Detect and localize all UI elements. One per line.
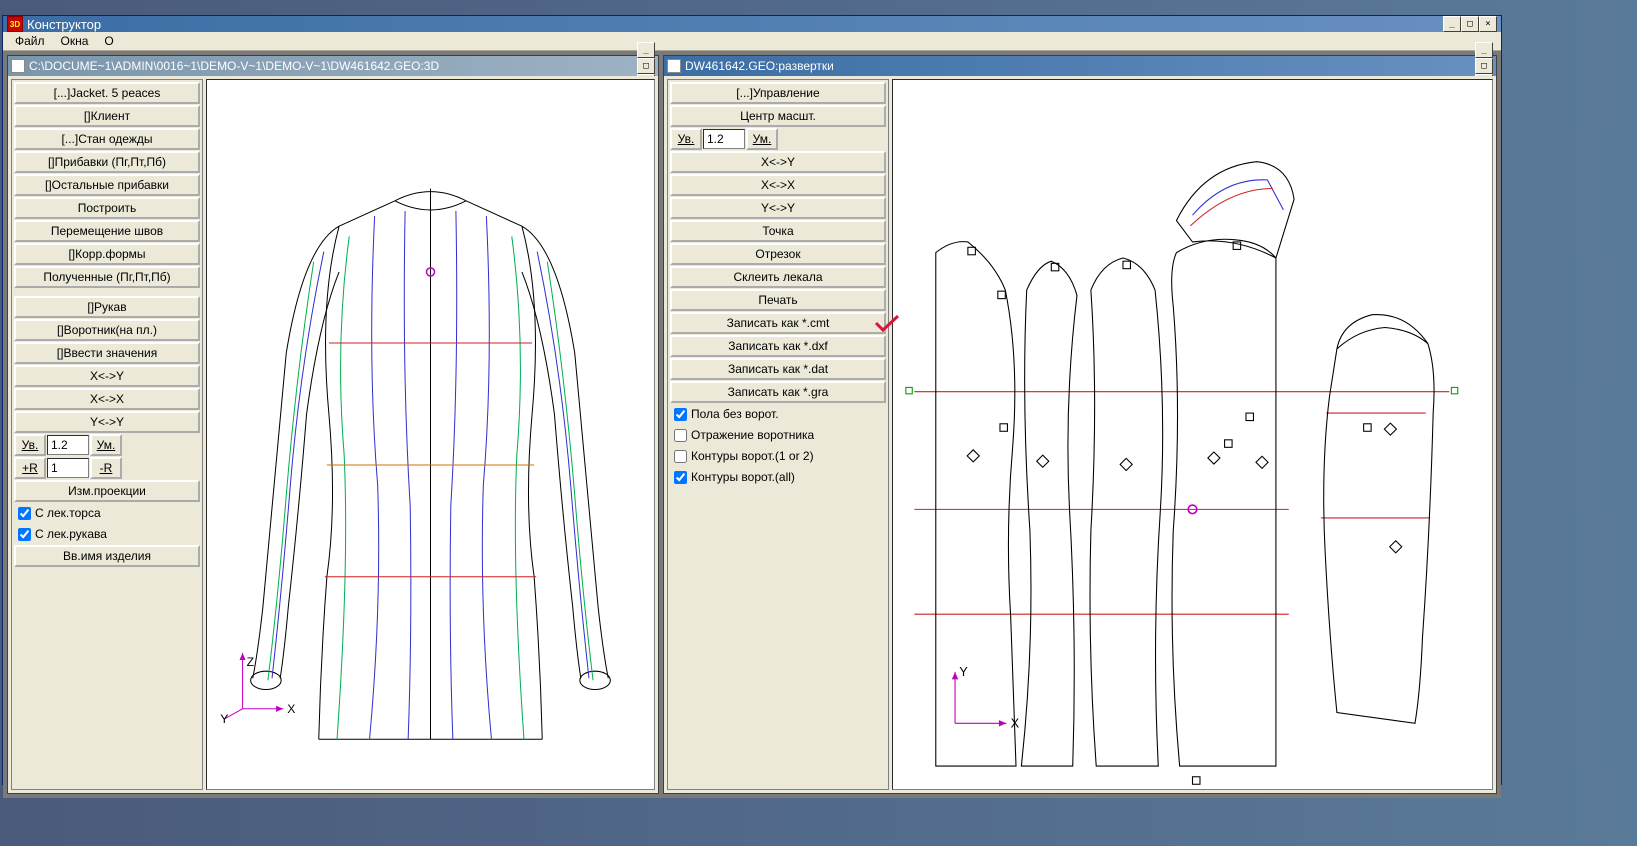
btn-enter-product-name[interactable]: Вв.имя изделия	[14, 545, 200, 567]
btn-move-seams[interactable]: Перемещение швов	[14, 220, 200, 242]
app-icon: 3D	[7, 16, 23, 32]
window-patterns-titlebar[interactable]: DW461642.GEO:развертки _ □ ×	[664, 56, 1496, 76]
zoom-in-button[interactable]: Ув.	[14, 434, 46, 456]
window-patterns: DW461642.GEO:развертки _ □ × [...]Управл…	[663, 55, 1497, 794]
maximize-button[interactable]: □	[1461, 16, 1479, 32]
svg-text:X: X	[1011, 716, 1020, 731]
svg-text:X: X	[287, 702, 295, 716]
svg-text:Y: Y	[959, 664, 968, 679]
sub-minimize-button[interactable]: _	[637, 42, 655, 58]
chk-collar-contours-12[interactable]	[674, 450, 687, 463]
menubar: Файл Окна О	[3, 32, 1501, 51]
btn-xy[interactable]: X<->Y	[670, 151, 886, 173]
app-title: Конструктор	[27, 17, 1443, 32]
main-window: 3D Конструктор _ □ × Файл Окна О C:\DOCU…	[2, 15, 1502, 785]
close-button[interactable]: ×	[1479, 16, 1497, 32]
btn-yy[interactable]: Y<->Y	[14, 411, 200, 433]
svg-text:Z: Z	[247, 655, 255, 669]
btn-garment-state[interactable]: [...]Стан одежды	[14, 128, 200, 150]
window-patterns-title: DW461642.GEO:развертки	[685, 59, 1475, 73]
right-control-panel: [...]Управление Центр масшт. Ув. Ум. X<-…	[667, 79, 889, 790]
btn-center-scale[interactable]: Центр масшт.	[670, 105, 886, 127]
minimize-button[interactable]: _	[1443, 16, 1461, 32]
btn-point[interactable]: Точка	[670, 220, 886, 242]
menu-file[interactable]: Файл	[7, 32, 53, 50]
zoom-in-button[interactable]: Ув.	[670, 128, 702, 150]
menu-about[interactable]: О	[96, 32, 121, 50]
canvas-patterns[interactable]: X Y	[892, 79, 1493, 790]
btn-glue-patterns[interactable]: Склеить лекала	[670, 266, 886, 288]
zoom-out-button[interactable]: Ум.	[746, 128, 778, 150]
btn-corr-forms[interactable]: []Корр.формы	[14, 243, 200, 265]
zoom-input[interactable]	[703, 129, 745, 149]
chk-collar-contours-all[interactable]	[674, 471, 687, 484]
chk-collar-contours-all-label[interactable]: Контуры ворот.(all)	[691, 470, 795, 484]
zoom-out-button[interactable]: Ум.	[90, 434, 122, 456]
btn-other-allowances[interactable]: []Остальные прибавки	[14, 174, 200, 196]
btn-change-projection[interactable]: Изм.проекции	[14, 480, 200, 502]
btn-client[interactable]: []Клиент	[14, 105, 200, 127]
btn-allowances[interactable]: []Прибавки (Пг,Пт,Пб)	[14, 151, 200, 173]
r-input[interactable]	[47, 458, 89, 478]
btn-collar[interactable]: []Воротник(на пл.)	[14, 319, 200, 341]
canvas-3d[interactable]: X Y Z	[206, 79, 655, 790]
btn-xx[interactable]: X<->X	[670, 174, 886, 196]
btn-control[interactable]: [...]Управление	[670, 82, 886, 104]
btn-enter-values[interactable]: []Ввести значения	[14, 342, 200, 364]
btn-yy[interactable]: Y<->Y	[670, 197, 886, 219]
btn-save-gra[interactable]: Записать как *.gra	[670, 381, 886, 403]
btn-build[interactable]: Построить	[14, 197, 200, 219]
chk-collar-reflection[interactable]	[674, 429, 687, 442]
zoom-input[interactable]	[47, 435, 89, 455]
btn-jacket[interactable]: [...]Jacket. 5 peaces	[14, 82, 200, 104]
btn-save-dat[interactable]: Записать как *.dat	[670, 358, 886, 380]
btn-save-cmt[interactable]: Записать как *.cmt	[670, 312, 886, 334]
btn-xx[interactable]: X<->X	[14, 388, 200, 410]
chk-sleeve-patterns-label[interactable]: С лек.рукава	[35, 527, 107, 541]
window-3d-titlebar[interactable]: C:\DOCUME~1\ADMIN\0016~1\DEMO-V~1\DEMO-V…	[8, 56, 658, 76]
btn-obtained[interactable]: Полученные (Пг,Пт,Пб)	[14, 266, 200, 288]
r-plus-button[interactable]: +R	[14, 457, 46, 479]
document-icon	[667, 59, 681, 73]
btn-save-dxf[interactable]: Записать как *.dxf	[670, 335, 886, 357]
chk-sleeve-patterns[interactable]	[18, 528, 31, 541]
r-minus-button[interactable]: -R	[90, 457, 122, 479]
window-3d: C:\DOCUME~1\ADMIN\0016~1\DEMO-V~1\DEMO-V…	[7, 55, 659, 794]
chk-torso-patterns[interactable]	[18, 507, 31, 520]
sub-maximize-button[interactable]: □	[637, 58, 655, 74]
window-3d-title: C:\DOCUME~1\ADMIN\0016~1\DEMO-V~1\DEMO-V…	[29, 59, 637, 73]
mdi-area: C:\DOCUME~1\ADMIN\0016~1\DEMO-V~1\DEMO-V…	[3, 51, 1501, 798]
btn-segment[interactable]: Отрезок	[670, 243, 886, 265]
main-titlebar[interactable]: 3D Конструктор _ □ ×	[3, 16, 1501, 32]
sub-minimize-button[interactable]: _	[1475, 42, 1493, 58]
svg-text:Y: Y	[220, 712, 228, 726]
btn-sleeve[interactable]: []Рукав	[14, 296, 200, 318]
chk-no-collar[interactable]	[674, 408, 687, 421]
chk-no-collar-label[interactable]: Пола без ворот.	[691, 407, 779, 421]
btn-xy[interactable]: X<->Y	[14, 365, 200, 387]
chk-collar-reflection-label[interactable]: Отражение воротника	[691, 428, 814, 442]
chk-torso-patterns-label[interactable]: С лек.торса	[35, 506, 101, 520]
btn-print[interactable]: Печать	[670, 289, 886, 311]
document-icon	[11, 59, 25, 73]
chk-collar-contours-12-label[interactable]: Контуры ворот.(1 or 2)	[691, 449, 814, 463]
menu-windows[interactable]: Окна	[53, 32, 97, 50]
left-control-panel: [...]Jacket. 5 peaces []Клиент [...]Стан…	[11, 79, 203, 790]
sub-maximize-button[interactable]: □	[1475, 58, 1493, 74]
